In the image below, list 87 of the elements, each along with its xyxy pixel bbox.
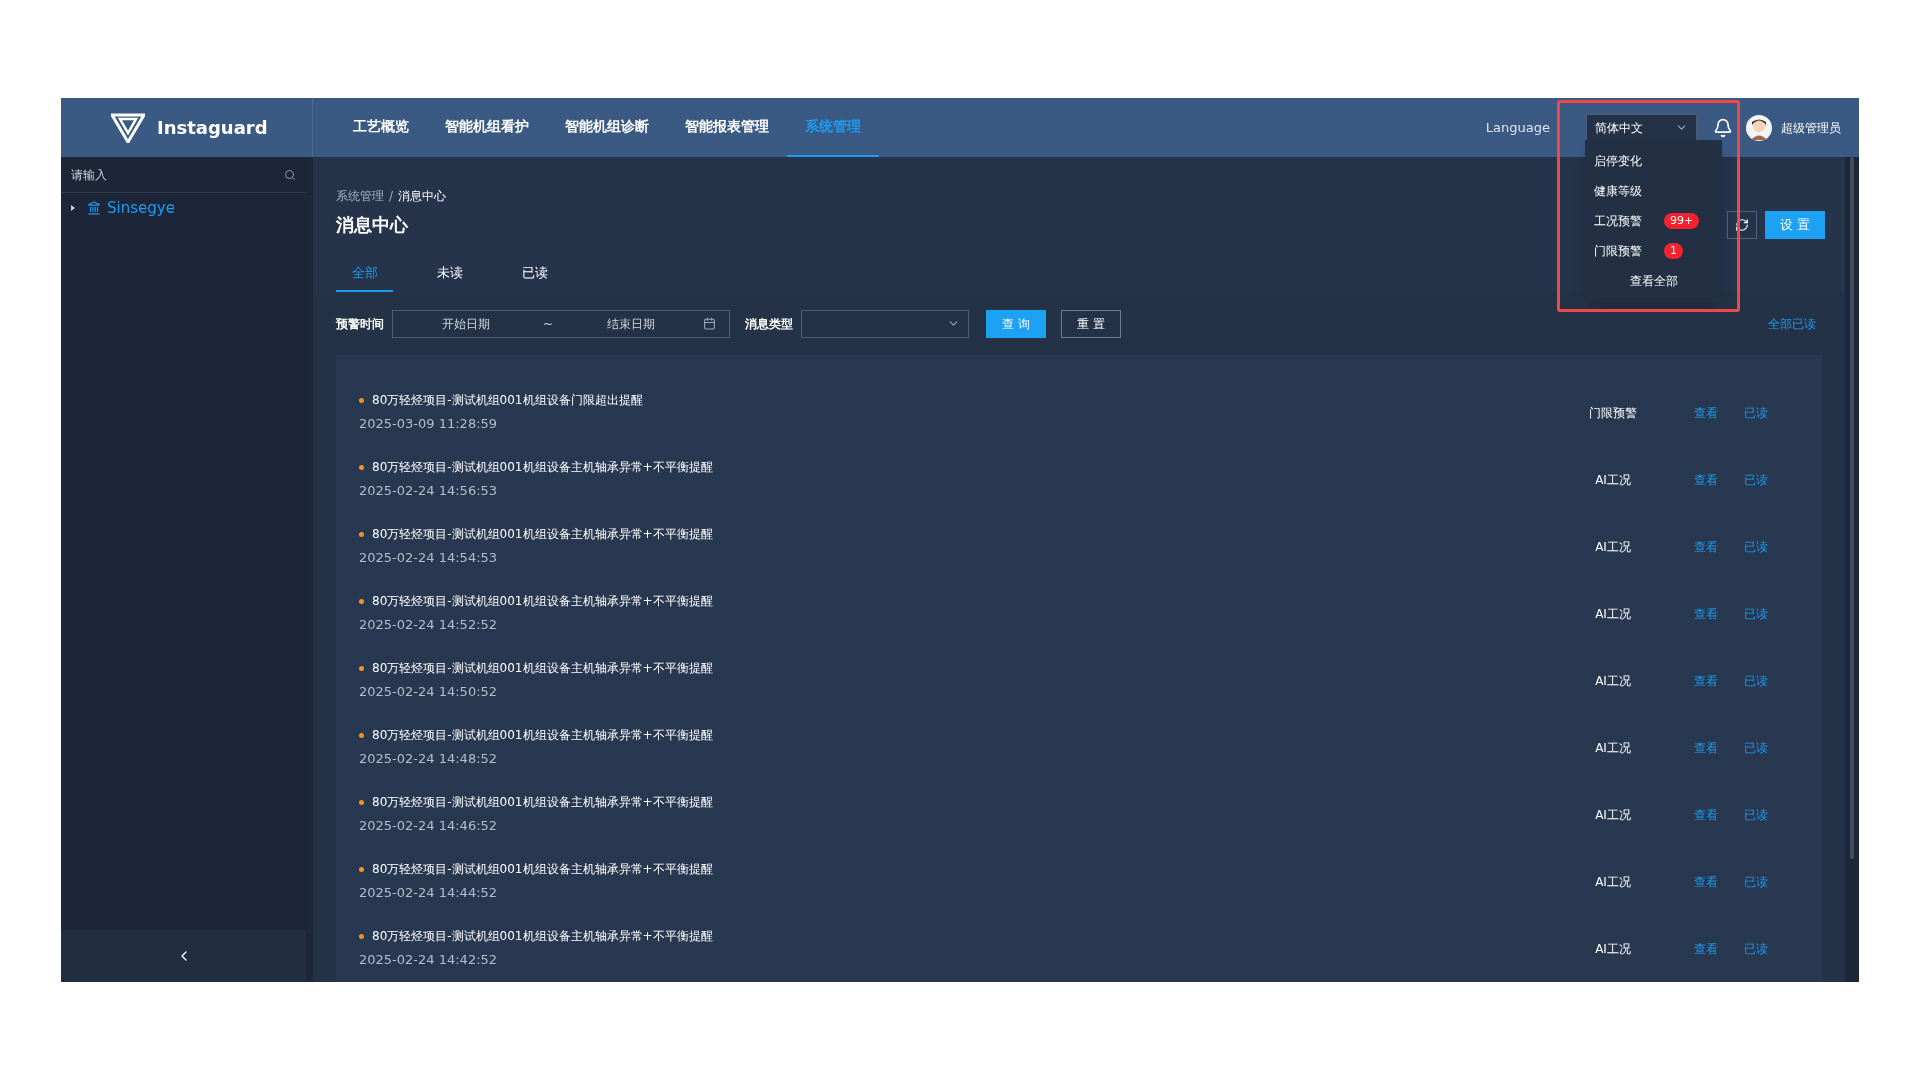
refresh-button[interactable] xyxy=(1727,211,1757,239)
message-type: AI工况 xyxy=(1594,940,1632,958)
bell-icon[interactable] xyxy=(1713,117,1733,138)
tree-item[interactable]: Sinsegye xyxy=(61,193,306,223)
message-time: 2025-02-24 14:56:53 xyxy=(359,482,499,501)
message-title[interactable]: 80万轻烃项目-测试机组001机组设备主机轴承异常+不平衡提醒 xyxy=(372,592,713,611)
message-time: 2025-02-24 14:48:52 xyxy=(359,750,499,769)
view-link[interactable]: 查看 xyxy=(1676,671,1736,690)
search-icon xyxy=(284,168,296,181)
message-time: 2025-02-24 14:54:53 xyxy=(359,549,499,568)
mark-read-link[interactable]: 已读 xyxy=(1736,537,1776,556)
mark-read-link[interactable]: 已读 xyxy=(1736,671,1776,690)
nav-tab[interactable]: 智能机组诊断 xyxy=(547,98,667,157)
view-all-link[interactable]: 查看全部 xyxy=(1585,266,1722,296)
message-title[interactable]: 80万轻烃项目-测试机组001机组设备主机轴承异常+不平衡提醒 xyxy=(372,726,713,745)
brand-name: Instaguard xyxy=(157,116,268,140)
filter-label: 消息类型 xyxy=(745,315,793,333)
range-separator: ~ xyxy=(541,315,555,333)
start-date-placeholder: 开始日期 xyxy=(440,315,491,333)
breadcrumb-current: 消息中心 xyxy=(398,188,447,205)
mark-read-link[interactable]: 已读 xyxy=(1736,604,1776,623)
end-date-placeholder: 结束日期 xyxy=(605,315,656,333)
message-title[interactable]: 80万轻烃项目-测试机组001机组设备主机轴承异常+不平衡提醒 xyxy=(372,927,713,946)
calendar-icon xyxy=(703,317,716,330)
language-label: Language xyxy=(1485,118,1550,137)
mark-all-read-link[interactable]: 全部已读 xyxy=(1768,314,1816,333)
filter-label: 预警时间 xyxy=(336,315,384,333)
message-type: AI工况 xyxy=(1594,739,1632,757)
message-type: AI工况 xyxy=(1594,538,1632,556)
logo-icon xyxy=(111,112,145,143)
mark-read-link[interactable]: 已读 xyxy=(1736,939,1776,958)
message-title[interactable]: 80万轻烃项目-测试机组001机组设备主机轴承异常+不平衡提醒 xyxy=(372,659,713,678)
nav-tab[interactable]: 工艺概览 xyxy=(335,98,427,157)
reset-button[interactable]: 重 置 xyxy=(1061,309,1121,338)
message-time: 2025-02-24 14:42:52 xyxy=(359,951,499,970)
breadcrumb-link[interactable]: 系统管理 xyxy=(336,187,384,205)
tree-label[interactable]: Sinsegye xyxy=(107,196,175,220)
message-time: 2025-02-24 14:44:52 xyxy=(359,884,499,903)
view-link[interactable]: 查看 xyxy=(1676,872,1736,891)
page-title: 消息中心 xyxy=(336,213,408,237)
avatar-icon[interactable] xyxy=(1746,114,1772,141)
dropdown-item[interactable]: 启停变化 xyxy=(1594,152,1664,170)
dropdown-item[interactable]: 工况预警 xyxy=(1594,212,1664,230)
message-time: 2025-02-24 14:46:52 xyxy=(359,817,499,836)
mark-read-link[interactable]: 已读 xyxy=(1736,470,1776,489)
message-type: AI工况 xyxy=(1594,806,1632,824)
view-link[interactable]: 查看 xyxy=(1676,939,1736,958)
dropdown-item[interactable]: 健康等级 xyxy=(1594,182,1664,200)
view-link[interactable]: 查看 xyxy=(1676,805,1736,824)
tab[interactable]: 全部 xyxy=(336,256,393,292)
message-title[interactable]: 80万轻烃项目-测试机组001机组设备主机轴承异常+不平衡提醒 xyxy=(372,793,713,812)
view-link[interactable]: 查看 xyxy=(1676,470,1736,489)
message-type: AI工况 xyxy=(1594,672,1632,690)
tab[interactable]: 未读 xyxy=(421,256,478,292)
message-title[interactable]: 80万轻烃项目-测试机组001机组设备主机轴承异常+不平衡提醒 xyxy=(372,458,713,477)
view-link[interactable]: 查看 xyxy=(1676,604,1736,623)
mark-read-link[interactable]: 已读 xyxy=(1736,738,1776,757)
nav-tab[interactable]: 智能报表管理 xyxy=(667,98,787,157)
dropdown-item[interactable]: 门限预警 xyxy=(1594,242,1664,260)
date-range-field[interactable]: 开始日期 ~ 结束日期 xyxy=(392,309,730,338)
tab[interactable]: 已读 xyxy=(506,256,563,292)
mark-read-link[interactable]: 已读 xyxy=(1736,403,1776,422)
message-time: 2025-03-09 11:28:59 xyxy=(359,415,499,434)
mark-read-link[interactable]: 已读 xyxy=(1736,872,1776,891)
message-time: 2025-02-24 14:50:52 xyxy=(359,683,499,702)
message-type: AI工况 xyxy=(1594,873,1632,891)
refresh-icon xyxy=(1735,218,1749,232)
message-title[interactable]: 80万轻烃项目-测试机组001机组设备主机轴承异常+不平衡提醒 xyxy=(372,860,713,879)
count-badge: 1 xyxy=(1664,243,1683,259)
breadcrumb-separator: / xyxy=(389,188,394,205)
count-badge: 99+ xyxy=(1664,213,1700,229)
user-name[interactable]: 超级管理员 xyxy=(1781,118,1841,137)
expand-arrow-icon[interactable] xyxy=(69,204,77,212)
view-link[interactable]: 查看 xyxy=(1676,537,1736,556)
message-type: 门限预警 xyxy=(1588,404,1638,422)
bank-icon xyxy=(87,201,101,215)
language-select[interactable]: 简体中文 xyxy=(1586,113,1697,142)
message-title[interactable]: 80万轻烃项目-测试机组001机组设备门限超出提醒 xyxy=(372,391,643,410)
message-time: 2025-02-24 14:52:52 xyxy=(359,616,499,635)
view-link[interactable]: 查看 xyxy=(1676,738,1736,757)
mark-read-link[interactable]: 已读 xyxy=(1736,805,1776,824)
search-field[interactable]: 请输入 xyxy=(71,165,221,184)
nav-tab[interactable]: 智能机组看护 xyxy=(427,98,547,157)
view-link[interactable]: 查看 xyxy=(1676,403,1736,422)
message-type: AI工况 xyxy=(1594,471,1632,489)
message-title[interactable]: 80万轻烃项目-测试机组001机组设备主机轴承异常+不平衡提醒 xyxy=(372,525,713,544)
message-type: AI工况 xyxy=(1594,605,1632,623)
